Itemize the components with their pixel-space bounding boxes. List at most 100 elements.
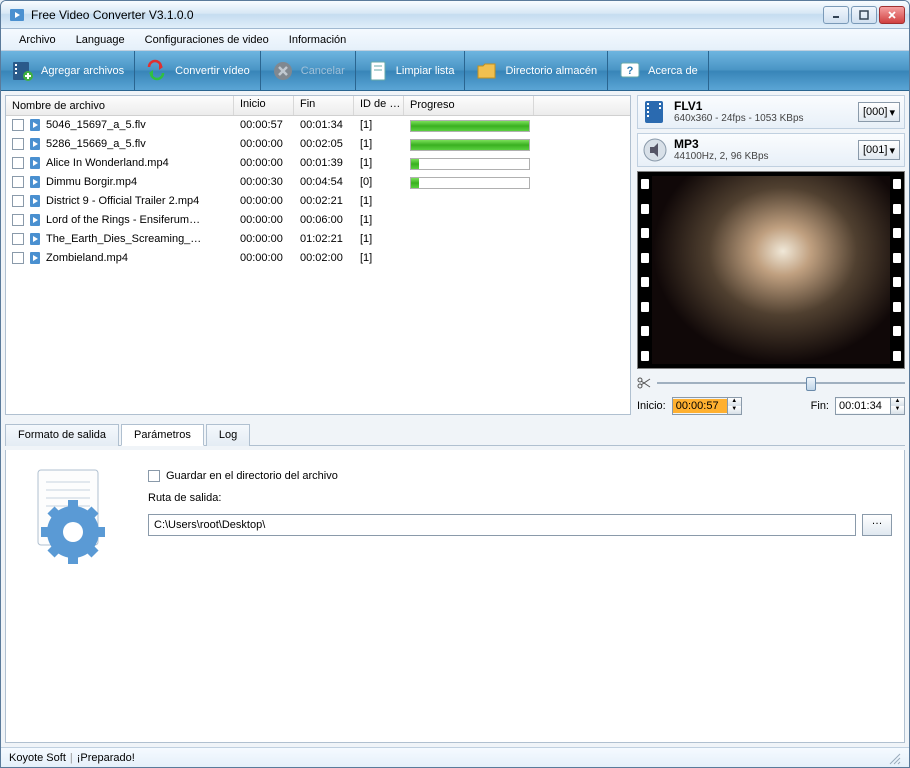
file-id: [1] (354, 251, 404, 265)
file-start: 00:00:00 (234, 137, 294, 151)
spinner-down[interactable]: ▼ (727, 406, 741, 414)
column-progress[interactable]: Progreso (404, 96, 534, 115)
file-name: Dimmu Borgir.mp4 (46, 176, 137, 188)
row-checkbox[interactable] (12, 119, 24, 131)
titlebar: Free Video Converter V3.1.0.0 (1, 1, 909, 29)
toolbar-label: Acerca de (648, 65, 698, 77)
table-row[interactable]: Alice In Wonderland.mp4 00:00:00 00:01:3… (6, 154, 630, 173)
column-id[interactable]: ID de … (354, 96, 404, 115)
spinner-down[interactable]: ▼ (890, 406, 904, 414)
file-id: [1] (354, 232, 404, 246)
menubar: Archivo Language Configuraciones de vide… (1, 29, 909, 51)
video-preview[interactable] (637, 171, 905, 369)
svg-text:?: ? (627, 65, 634, 77)
save-in-dir-checkbox[interactable] (148, 470, 160, 482)
video-file-icon (28, 118, 42, 132)
file-start: 00:00:00 (234, 251, 294, 265)
video-file-icon (28, 175, 42, 189)
output-path-label: Ruta de salida: (148, 492, 892, 504)
table-row[interactable]: Lord of the Rings - Ensiferum… 00:00:00 … (6, 211, 630, 230)
table-row[interactable]: The_Earth_Dies_Screaming_… 00:00:00 01:0… (6, 230, 630, 249)
table-row[interactable]: 5286_15669_a_5.flv 00:00:00 00:02:05 [1] (6, 135, 630, 154)
start-time-input[interactable]: ▲▼ (672, 397, 742, 415)
row-checkbox[interactable] (12, 138, 24, 150)
storage-dir-button[interactable]: Directorio almacén (465, 51, 608, 90)
tab-content: Guardar en el directorio del archivo Rut… (5, 450, 905, 743)
spinner-up[interactable]: ▲ (890, 398, 904, 406)
table-row[interactable]: 5046_15697_a_5.flv 00:00:57 00:01:34 [1] (6, 116, 630, 135)
toolbar-label: Convertir vídeo (175, 65, 250, 77)
column-end[interactable]: Fin (294, 96, 354, 115)
trim-slider (637, 373, 905, 393)
clear-list-button[interactable]: Limpiar lista (356, 51, 466, 90)
menu-file[interactable]: Archivo (9, 34, 66, 46)
audio-preset-button[interactable]: [001]▾ (858, 140, 900, 160)
save-in-dir-label: Guardar en el directorio del archivo (166, 470, 338, 482)
tab-log[interactable]: Log (206, 424, 250, 446)
file-name: 5286_15669_a_5.flv (46, 138, 146, 150)
start-label: Inicio: (637, 400, 666, 412)
file-progress (404, 117, 534, 133)
column-name[interactable]: Nombre de archivo (6, 96, 234, 115)
row-checkbox[interactable] (12, 157, 24, 169)
table-row[interactable]: District 9 - Official Trailer 2.mp4 00:0… (6, 192, 630, 211)
tab-parameters[interactable]: Parámetros (121, 424, 204, 446)
resize-grip-icon[interactable] (887, 751, 901, 765)
file-end: 01:02:21 (294, 232, 354, 246)
browse-button[interactable]: … (862, 514, 892, 536)
menu-language[interactable]: Language (66, 34, 135, 46)
toolbar: Agregar archivos Convertir vídeo Cancela… (1, 51, 909, 91)
video-format-row: FLV1 640x360 - 24fps - 1053 KBps [000]▾ (637, 95, 905, 129)
trim-track[interactable] (657, 375, 905, 391)
file-end: 00:04:54 (294, 175, 354, 189)
file-list: Nombre de archivo Inicio Fin ID de … Pro… (5, 95, 631, 415)
video-file-icon (28, 194, 42, 208)
file-name: 5046_15697_a_5.flv (46, 119, 146, 131)
end-time-input[interactable]: ▲▼ (835, 397, 905, 415)
video-preset-button[interactable]: [000]▾ (858, 102, 900, 122)
row-checkbox[interactable] (12, 176, 24, 188)
file-progress (404, 199, 534, 203)
column-start[interactable]: Inicio (234, 96, 294, 115)
menu-videoconfig[interactable]: Configuraciones de video (135, 34, 279, 46)
row-checkbox[interactable] (12, 252, 24, 264)
file-end: 00:02:00 (294, 251, 354, 265)
film-icon (642, 99, 668, 125)
file-progress (404, 136, 534, 152)
row-checkbox[interactable] (12, 233, 24, 245)
convert-button[interactable]: Convertir vídeo (135, 51, 261, 90)
right-pane: FLV1 640x360 - 24fps - 1053 KBps [000]▾ … (637, 95, 905, 415)
toolbar-label: Cancelar (301, 65, 345, 77)
video-file-icon (28, 251, 42, 265)
close-button[interactable] (879, 6, 905, 24)
end-label: Fin: (811, 400, 829, 412)
table-row[interactable]: Zombieland.mp4 00:00:00 00:02:00 [1] (6, 249, 630, 268)
row-checkbox[interactable] (12, 214, 24, 226)
maximize-button[interactable] (851, 6, 877, 24)
file-end: 00:01:39 (294, 156, 354, 170)
tab-output-format[interactable]: Formato de salida (5, 424, 119, 446)
trim-thumb[interactable] (806, 377, 816, 391)
file-name: Alice In Wonderland.mp4 (46, 157, 169, 169)
app-icon (9, 7, 25, 23)
file-name: District 9 - Official Trailer 2.mp4 (46, 195, 199, 207)
speaker-icon (642, 137, 668, 163)
about-button[interactable]: ? Acerca de (608, 51, 709, 90)
table-row[interactable]: Dimmu Borgir.mp4 00:00:30 00:04:54 [0] (6, 173, 630, 192)
settings-gear-icon (18, 462, 128, 572)
file-start: 00:00:30 (234, 175, 294, 189)
file-list-body[interactable]: 5046_15697_a_5.flv 00:00:57 00:01:34 [1]… (6, 116, 630, 414)
file-progress (404, 155, 534, 171)
row-checkbox[interactable] (12, 195, 24, 207)
audio-format-row: MP3 44100Hz, 2, 96 KBps [001]▾ (637, 133, 905, 167)
filmstrip-left (638, 172, 652, 368)
file-start: 00:00:57 (234, 118, 294, 132)
add-files-button[interactable]: Agregar archivos (1, 51, 135, 90)
minimize-button[interactable] (823, 6, 849, 24)
spinner-up[interactable]: ▲ (727, 398, 741, 406)
file-name: The_Earth_Dies_Screaming_… (46, 233, 201, 245)
toolbar-label: Limpiar lista (396, 65, 455, 77)
file-name: Zombieland.mp4 (46, 252, 128, 264)
menu-info[interactable]: Información (279, 34, 356, 46)
output-path-input[interactable] (148, 514, 856, 536)
